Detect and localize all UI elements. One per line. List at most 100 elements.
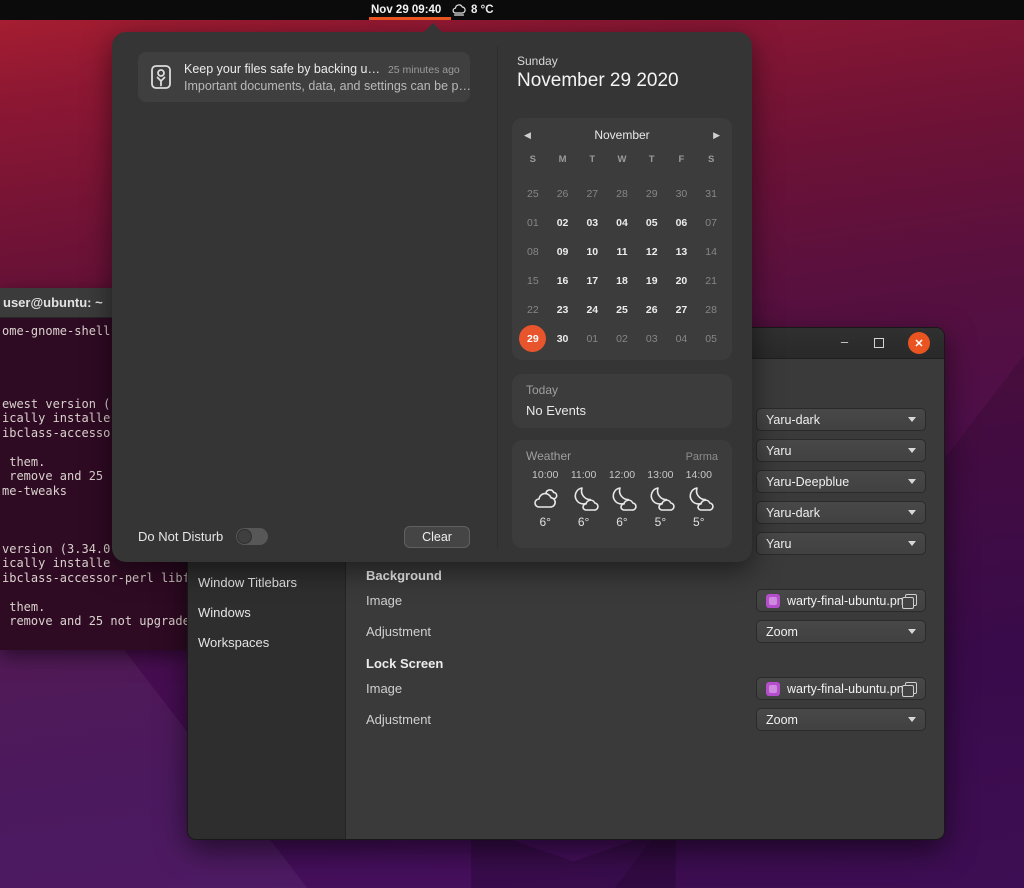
calendar-day[interactable]: 20 (667, 266, 697, 295)
chevron-down-icon (908, 417, 916, 422)
calendar-day[interactable]: 26 (637, 295, 667, 324)
calendar-day[interactable]: 28 (696, 295, 726, 324)
clock-active-indicator (369, 17, 451, 20)
calendar-day[interactable]: 05 (637, 208, 667, 237)
hour-time: 13:00 (641, 469, 679, 481)
lock-screen-adjustment-select[interactable]: Zoom (756, 708, 926, 731)
events-section[interactable]: Today No Events (512, 374, 732, 428)
dow-label: W (607, 154, 637, 165)
calendar-day[interactable]: 16 (548, 266, 578, 295)
calendar-day[interactable]: 18 (607, 266, 637, 295)
calendar-day[interactable]: 26 (548, 179, 578, 208)
notification-card[interactable]: Keep your files safe by backing u… 25 mi… (138, 52, 470, 102)
weather-location: Parma (686, 451, 718, 463)
calendar-day[interactable]: 13 (667, 237, 697, 266)
calendar-day[interactable]: 23 (548, 295, 578, 324)
calendar-day[interactable]: 10 (577, 237, 607, 266)
calendar-day[interactable]: 12 (637, 237, 667, 266)
calendar-day[interactable]: 27 (577, 179, 607, 208)
background-image-file-button[interactable]: warty-final-ubuntu.png (756, 589, 926, 612)
select-value: Zoom (766, 625, 908, 639)
calendar-day[interactable]: 30 (548, 324, 578, 353)
calendar-day[interactable]: 31 (696, 179, 726, 208)
weather-title: Weather (526, 449, 571, 463)
calendar-day[interactable]: 29 (518, 324, 548, 353)
notification-body: Important documents, data, and settings … (184, 79, 460, 93)
calendar-day[interactable]: 19 (637, 266, 667, 295)
today-badge: 29 (519, 325, 546, 352)
calendar-day[interactable]: 28 (607, 179, 637, 208)
sidebar-item-windows[interactable]: Windows (198, 603, 251, 623)
sidebar-item-workspaces[interactable]: Workspaces (198, 633, 269, 653)
lock-screen-image-file-button[interactable]: warty-final-ubuntu.png (756, 677, 926, 700)
clear-button[interactable]: Clear (404, 526, 470, 548)
shell-theme-select[interactable]: Yaru-dark (756, 501, 926, 524)
close-button[interactable]: ✕ (908, 332, 930, 354)
calendar-day[interactable]: 15 (518, 266, 548, 295)
notification-title: Keep your files safe by backing u… (184, 62, 380, 76)
sound-theme-select[interactable]: Yaru (756, 532, 926, 555)
calendar-day[interactable]: 02 (607, 324, 637, 353)
maximize-button[interactable] (874, 338, 884, 348)
calendar-day[interactable]: 07 (696, 208, 726, 237)
sidebar-item-window-titlebars[interactable]: Window Titlebars (198, 573, 297, 593)
weather-section[interactable]: Weather Parma 10:00 6° 11:00 (512, 440, 732, 548)
next-month-button[interactable]: ▶ (704, 130, 720, 141)
calendar-day[interactable]: 29 (637, 179, 667, 208)
minimize-button[interactable]: – (839, 333, 850, 353)
dow-label: F (667, 154, 697, 165)
calendar-day[interactable]: 08 (518, 237, 548, 266)
calendar-day[interactable]: 01 (518, 208, 548, 237)
hour-temp: 5° (641, 515, 679, 529)
hour-time: 11:00 (564, 469, 602, 481)
moon-cloud-icon (684, 484, 714, 514)
calendar-day[interactable]: 14 (696, 237, 726, 266)
select-value: Zoom (766, 713, 908, 727)
cursor-theme-select[interactable]: Yaru (756, 439, 926, 462)
dow-label: S (696, 154, 726, 165)
applications-theme-select[interactable]: Yaru-dark (756, 408, 926, 431)
moon-cloud-icon (645, 484, 675, 514)
calendar-day[interactable]: 24 (577, 295, 607, 324)
chevron-down-icon (908, 510, 916, 515)
calendar-day[interactable]: 03 (637, 324, 667, 353)
background-heading: Background (366, 568, 442, 584)
background-image-label: Image (366, 593, 402, 609)
terminal-title: user@ubuntu: ~ (3, 295, 103, 310)
select-value: Yaru-dark (766, 506, 908, 520)
calendar-day[interactable]: 25 (518, 179, 548, 208)
calendar-day[interactable]: 22 (518, 295, 548, 324)
lock-screen-image-label: Image (366, 681, 402, 697)
calendar-day[interactable]: 04 (667, 324, 697, 353)
dow-label: M (548, 154, 578, 165)
calendar-day[interactable]: 09 (548, 237, 578, 266)
background-adjustment-select[interactable]: Zoom (756, 620, 926, 643)
calendar-grid: 25 26 27 28 29 30 31 01 02 03 04 05 06 0… (518, 179, 726, 353)
calendar-day[interactable]: 25 (607, 295, 637, 324)
icons-theme-select[interactable]: Yaru-Deepblue (756, 470, 926, 493)
calendar-day[interactable]: 30 (667, 179, 697, 208)
calendar-popup: Keep your files safe by backing u… 25 mi… (112, 32, 752, 562)
do-not-disturb-toggle[interactable] (236, 528, 268, 545)
hour-temp: 6° (564, 515, 602, 529)
lock-screen-adjustment-label: Adjustment (366, 712, 431, 728)
desktop: user@ubuntu: ~ ome-gnome-shell ewest ver… (0, 0, 1024, 888)
select-value: Yaru-dark (766, 413, 908, 427)
calendar-day[interactable]: 11 (607, 237, 637, 266)
calendar-day[interactable]: 04 (607, 208, 637, 237)
calendar-day[interactable]: 21 (696, 266, 726, 295)
calendar-weekday: Sunday (517, 54, 558, 68)
dow-label: S (518, 154, 548, 165)
calendar-day[interactable]: 06 (667, 208, 697, 237)
weather-hour: 12:00 6° (603, 469, 641, 529)
file-name: warty-final-ubuntu.png (787, 682, 902, 696)
calendar-day[interactable]: 27 (667, 295, 697, 324)
calendar-day[interactable]: 02 (548, 208, 578, 237)
do-not-disturb-label: Do Not Disturb (138, 529, 223, 544)
calendar-day[interactable]: 01 (577, 324, 607, 353)
calendar-day[interactable]: 17 (577, 266, 607, 295)
calendar-day[interactable]: 05 (696, 324, 726, 353)
prev-month-button[interactable]: ◀ (524, 130, 540, 141)
calendar-day[interactable]: 03 (577, 208, 607, 237)
weather-indicator[interactable]: 8 °C (452, 0, 494, 20)
